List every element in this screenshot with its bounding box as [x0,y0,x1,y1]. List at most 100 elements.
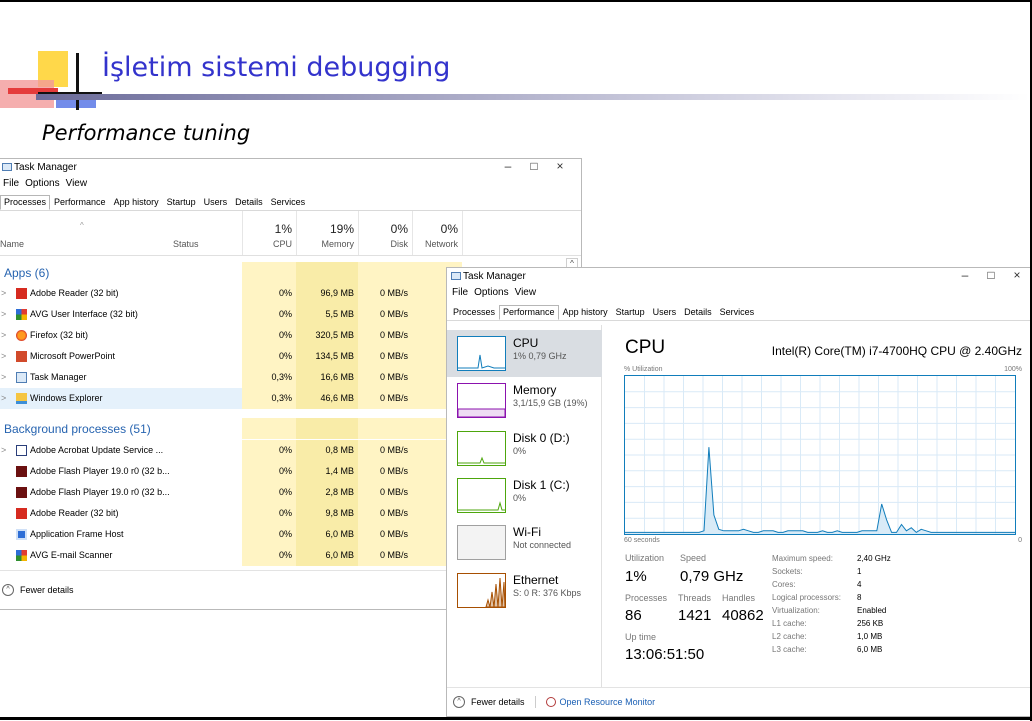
sidebar-item-disk0[interactable]: Disk 0 (D:) 0% [447,425,602,472]
process-row[interactable]: >Microsoft PowerPoint0%134,5 MB0 MB/s0 M… [0,346,470,367]
tab-performance[interactable]: Performance [50,195,110,210]
expand-chevron-icon[interactable]: > [1,330,6,340]
slide-subtitle: Performance tuning [42,121,251,145]
close-button[interactable]: × [1004,268,1030,282]
process-name: Adobe Flash Player 19.0 r0 (32 b... [30,487,170,497]
uptime-value: 13:06:51:50 [625,646,705,663]
column-header-network[interactable]: 0% Network [412,211,462,255]
menu-options[interactable]: Options [471,287,511,298]
tab-app-history[interactable]: App history [110,195,163,210]
process-row[interactable]: > AVG User Interface (32 bit) 0% 5,5 MB 0 MB… [0,304,470,325]
sidebar-thumbnail-graph [457,431,506,466]
sidebar-thumbnail-graph [457,525,506,560]
expand-chevron-icon[interactable]: > [1,445,6,455]
avg-icon [16,550,27,561]
column-header-name[interactable]: ^ Name [0,211,168,255]
expand-chevron-icon[interactable]: > [1,351,6,361]
column-header-disk[interactable]: 0% Disk [358,211,412,255]
sidebar-item-title: Disk 0 (D:) [513,431,570,445]
expand-chevron-icon[interactable]: > [1,372,6,382]
header-divider [0,255,581,256]
footer-divider [447,687,1030,688]
tab-details[interactable]: Details [680,305,716,320]
process-cpu-value: 0% [278,529,292,539]
sidebar-thumbnail-graph [457,383,506,418]
time-span-label: 60 seconds [624,537,660,544]
adobe-reader-icon [16,508,27,519]
process-disk-value: 0 MB/s [379,445,408,455]
sidebar-thumbnail-graph [457,336,506,371]
process-row[interactable]: Adobe Reader (32 bit)0%9,8 MB0 MB/s0 Mb [0,503,470,524]
chevron-up-icon: ^ [2,584,14,596]
maximize-button[interactable]: □ [521,159,547,173]
menu-options[interactable]: Options [22,178,62,189]
mini-graph [458,456,505,464]
fewer-details-button[interactable]: ^ Fewer details [2,584,74,596]
task-manager-icon [16,372,27,383]
tab-app-history[interactable]: App history [559,305,612,320]
maximize-button[interactable]: □ [978,268,1004,282]
expand-chevron-icon[interactable]: > [1,288,6,298]
tab-performance[interactable]: Performance [499,305,559,320]
tab-services[interactable]: Services [716,305,759,320]
spec-label: Logical processors: [772,593,841,602]
process-row[interactable]: Adobe Flash Player 19.0 r0 (32 b... 0% 2,8… [0,482,470,503]
tab-startup[interactable]: Startup [163,195,200,210]
process-row[interactable]: >Windows Explorer0,3%46,6 MB0 MB/s0 Mb [0,388,470,409]
tab-users[interactable]: Users [649,305,681,320]
spec-label: Virtualization: [772,606,820,615]
sidebar-item-disk1[interactable]: Disk 1 (C:) 0% [447,472,602,519]
menu-view[interactable]: View [512,287,540,298]
process-row[interactable]: > Adobe Acrobat Update Service ... 0% 0,8 M… [0,440,470,461]
title-bar[interactable]: Task Manager – □ × [0,159,581,177]
title-bar[interactable]: Task Manager – □ × [447,268,1030,286]
column-header-status[interactable]: Status [168,211,242,255]
column-header-memory[interactable]: 19% Memory [296,211,358,255]
tab-services[interactable]: Services [267,195,310,210]
expand-chevron-icon[interactable]: > [1,309,6,319]
spec-value: 2,40 GHz [857,554,891,563]
tab-details[interactable]: Details [231,195,267,210]
menu-view[interactable]: View [63,178,91,189]
process-mem-value: 134,5 MB [315,351,354,361]
process-row[interactable]: Application Frame Host0%6,0 MB0 MB/s0 Mb [0,524,470,545]
flash-icon [16,466,27,477]
app-frame-icon [16,529,27,540]
apps-group-header-label: Apps (6) [4,266,50,280]
process-disk-value: 0 MB/s [379,288,408,298]
sidebar-item-wifi[interactable]: Wi-Fi Not connected [447,519,602,566]
process-row[interactable]: AVG E-mail Scanner0%6,0 MB0 MB/s0 Mb [0,545,470,566]
sidebar-item-memory[interactable]: Memory 3,1/15,9 GB (19%) [447,377,602,424]
cpu-heading: CPU [625,337,666,358]
tab-startup[interactable]: Startup [612,305,649,320]
process-mem-value: 96,9 MB [320,288,354,298]
minimize-button[interactable]: – [952,268,978,282]
process-cpu-value: 0% [278,487,292,497]
process-cpu-value: 0% [278,466,292,476]
tab-users[interactable]: Users [200,195,232,210]
process-row[interactable]: >Firefox (32 bit)0%320,5 MB0 MB/s0 Mb [0,325,470,346]
sidebar-item-cpu[interactable]: CPU 1% 0,79 GHz [447,330,602,377]
minimize-button[interactable]: – [495,159,521,173]
expand-chevron-icon[interactable]: > [1,393,6,403]
close-button[interactable]: × [547,159,573,173]
open-resource-monitor-link[interactable]: Open Resource Monitor [560,697,656,707]
tab-processes[interactable]: Processes [0,195,51,210]
menu-file[interactable]: File [0,178,22,189]
process-row[interactable]: >Task Manager0,3%16,6 MB0 MB/s0 Mb [0,367,470,388]
explorer-icon [16,393,27,404]
process-cpu-value: 0% [278,309,292,319]
sidebar-item-ethernet[interactable]: Ethernet S: 0 R: 376 Kbps [447,567,602,614]
process-row[interactable]: Adobe Flash Player 19.0 r0 (32 b... 0% 1,4… [0,461,470,482]
process-name: Firefox (32 bit) [30,330,89,340]
fewer-details-button[interactable]: ^ Fewer details [453,696,525,708]
process-disk-value: 0 MB/s [379,466,408,476]
column-header-cpu[interactable]: 1% CPU [242,211,296,255]
menu-file[interactable]: File [449,287,471,298]
process-mem-value: 16,6 MB [320,372,354,382]
process-row[interactable]: >Adobe Reader (32 bit)0%96,9 MB0 MB/s0 M… [0,283,470,304]
menu-bar: File Options View [0,178,90,189]
tab-processes[interactable]: Processes [449,305,499,320]
process-cpu-value: 0% [278,288,292,298]
performance-sidebar: CPU 1% 0,79 GHz Memory 3,1/15,9 GB (19%) Dis… [447,325,602,687]
